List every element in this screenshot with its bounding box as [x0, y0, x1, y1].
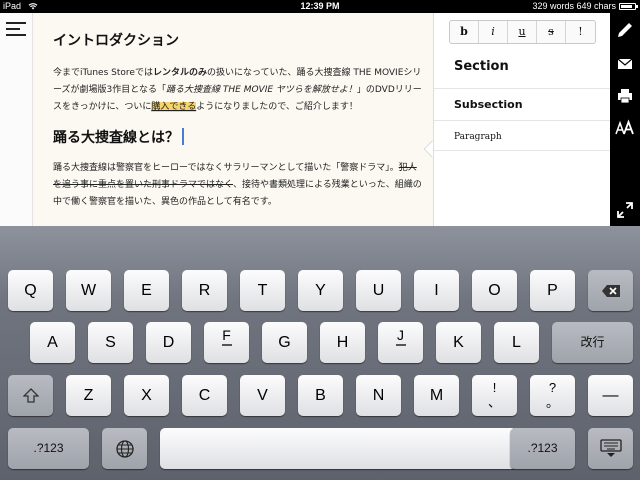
backspace-icon [601, 284, 620, 297]
key-f[interactable]: F [204, 322, 249, 363]
key-g[interactable]: G [262, 322, 307, 363]
key-k[interactable]: K [436, 322, 481, 363]
return-key[interactable]: 改行 [552, 322, 633, 363]
emphasis-button[interactable]: ! [566, 21, 595, 43]
highlighted-text: 購入できる [151, 102, 197, 112]
style-section[interactable]: Section [434, 57, 611, 89]
key-o[interactable]: O [472, 270, 517, 311]
numbers-key-right[interactable]: .?123 [510, 428, 575, 469]
heading-what-is: 踊る大捜査線とは？ [53, 128, 425, 148]
key-e[interactable]: E [124, 270, 169, 311]
key-u[interactable]: U [356, 270, 401, 311]
menu-icon[interactable] [6, 21, 26, 37]
text-cursor [182, 128, 184, 145]
backspace-key[interactable] [588, 270, 633, 311]
key-q[interactable]: Q [8, 270, 53, 311]
battery-tip [636, 5, 638, 8]
style-subsection[interactable]: Subsection [434, 89, 611, 121]
style-paragraph[interactable]: Paragraph [434, 121, 611, 151]
home-row-marker [395, 344, 406, 346]
right-toolbar [610, 13, 640, 226]
left-menu-strip [0, 13, 33, 226]
key-r[interactable]: R [182, 270, 227, 311]
key-y[interactable]: Y [298, 270, 343, 311]
numbers-key-left[interactable]: .?123 [8, 428, 89, 469]
print-icon[interactable] [615, 87, 635, 105]
globe-icon [115, 440, 134, 458]
key-a[interactable]: A [30, 322, 75, 363]
onscreen-keyboard: Q W E R T Y U I O P A S D F G H J K L 改行… [0, 226, 640, 480]
key-s[interactable]: S [88, 322, 133, 363]
word-char-count: 329 words 649 chars [532, 1, 616, 11]
key-exclaim-comma[interactable]: !、 [472, 375, 517, 416]
style-panel: b i u s ! Section Subsection Paragraph [433, 13, 611, 226]
status-bar: iPad 12:39 PM 329 words 649 chars [0, 0, 640, 13]
key-b[interactable]: B [298, 375, 343, 416]
key-w[interactable]: W [66, 270, 111, 311]
globe-key[interactable] [102, 428, 147, 469]
key-t[interactable]: T [240, 270, 285, 311]
key-question-period[interactable]: ?。 [530, 375, 575, 416]
key-d[interactable]: D [146, 322, 191, 363]
hide-keyboard-key[interactable] [588, 428, 633, 469]
shift-key[interactable] [8, 375, 53, 416]
key-v[interactable]: V [240, 375, 285, 416]
body-paragraph: 踊る大捜査線は警察官をヒーローではなくサラリーマンとして描いた「警察ドラマ」。犯… [53, 163, 422, 207]
underline-button[interactable]: u [508, 21, 537, 43]
format-toolbar: b i u s ! [449, 20, 596, 44]
key-n[interactable]: N [356, 375, 401, 416]
key-j[interactable]: J [378, 322, 423, 363]
strikethrough-button[interactable]: s [537, 21, 566, 43]
document-editor[interactable]: イントロダクション 今までiTunes Storeではレンタルのみの扱いになって… [33, 13, 433, 226]
shift-icon [21, 387, 40, 403]
expand-icon[interactable] [615, 201, 635, 219]
home-row-marker [221, 344, 232, 346]
key-dash[interactable]: — [588, 375, 633, 416]
key-c[interactable]: C [182, 375, 227, 416]
key-m[interactable]: M [414, 375, 459, 416]
key-i[interactable]: I [414, 270, 459, 311]
key-l[interactable]: L [494, 322, 539, 363]
key-h[interactable]: H [320, 322, 365, 363]
italic-button[interactable]: i [479, 21, 508, 43]
key-p[interactable]: P [530, 270, 575, 311]
intro-paragraph: 今までiTunes Storeではレンタルのみの扱いになっていた、踊る大捜査線 … [53, 68, 422, 112]
key-z[interactable]: Z [66, 375, 111, 416]
space-bar[interactable] [160, 428, 517, 469]
mail-icon[interactable] [615, 55, 635, 73]
font-size-icon[interactable] [615, 119, 635, 137]
bold-button[interactable]: b [450, 21, 479, 43]
heading-introduction: イントロダクション [53, 33, 179, 49]
key-x[interactable]: X [124, 375, 169, 416]
battery-icon [619, 3, 636, 10]
hide-keyboard-icon [599, 439, 622, 457]
pen-icon[interactable] [615, 21, 635, 39]
